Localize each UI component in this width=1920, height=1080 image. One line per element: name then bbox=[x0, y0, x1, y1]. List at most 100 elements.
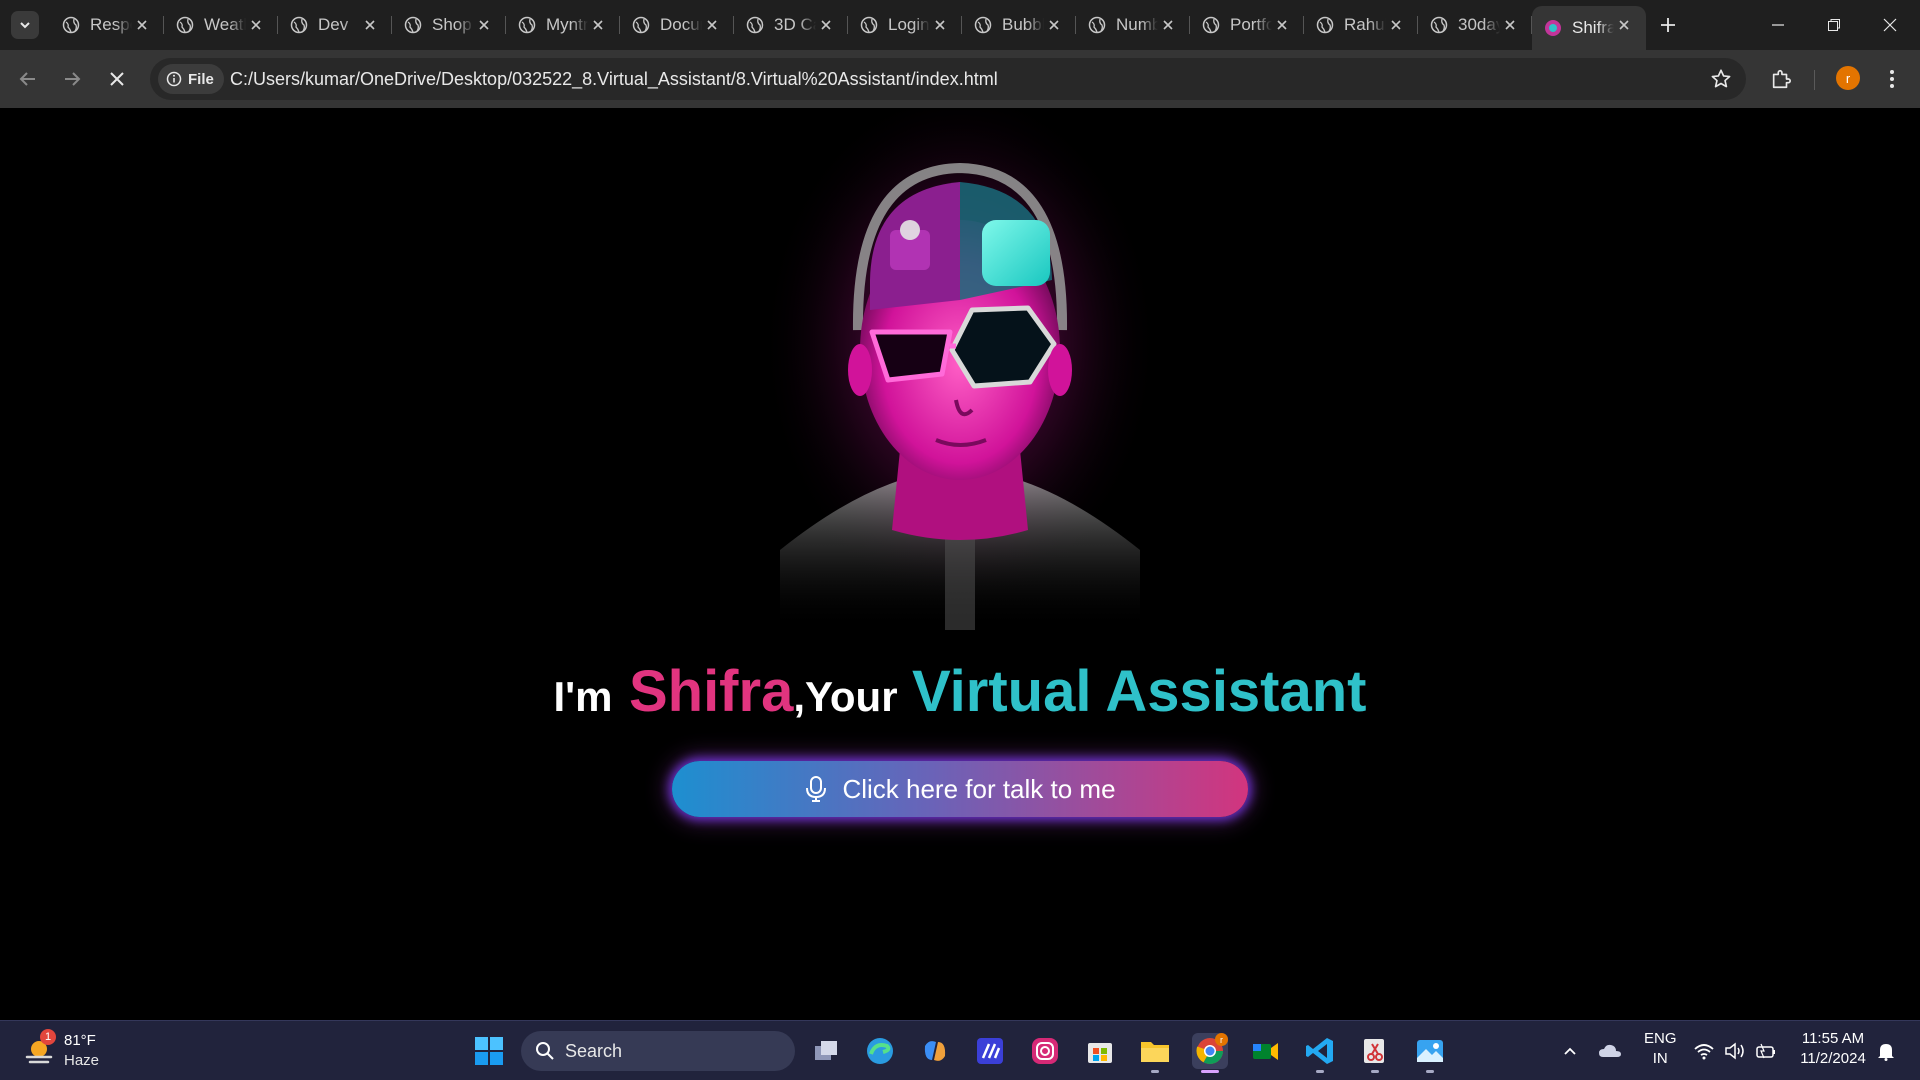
browser-toolbar: File C:/Users/kumar/OneDrive/Desktop/032… bbox=[0, 50, 1920, 108]
assistant-favicon-icon bbox=[1545, 20, 1561, 36]
running-indicator bbox=[1151, 1070, 1159, 1073]
talk-button[interactable]: Click here for talk to me bbox=[672, 761, 1248, 817]
close-icon[interactable] bbox=[1274, 17, 1290, 33]
close-icon[interactable] bbox=[1388, 17, 1404, 33]
tab-active[interactable]: Shifra bbox=[1532, 6, 1646, 50]
notifications-button[interactable] bbox=[1874, 1039, 1898, 1063]
tab-title: Myntra bbox=[546, 15, 588, 34]
forward-button[interactable] bbox=[60, 67, 84, 91]
headline-middle: ,Your bbox=[793, 673, 898, 720]
tab-strip: Responsive Weather Dev Shop Myntra Document 3D… bbox=[0, 0, 1920, 50]
edge-app[interactable] bbox=[862, 1033, 898, 1069]
tab[interactable]: Bubble bbox=[962, 0, 1076, 50]
globe-icon bbox=[1088, 16, 1106, 34]
meet-app[interactable] bbox=[1247, 1033, 1283, 1069]
vscode-app[interactable] bbox=[1302, 1033, 1338, 1073]
vscode-icon bbox=[1306, 1038, 1333, 1064]
photos-app[interactable] bbox=[1412, 1033, 1448, 1073]
extensions-button[interactable] bbox=[1769, 67, 1793, 91]
ai-app[interactable] bbox=[972, 1033, 1008, 1069]
taskbar: 1 81°F Haze Search r ENG IN 11:55 AM 11/… bbox=[0, 1020, 1920, 1080]
snipping-tool-icon bbox=[1364, 1039, 1384, 1063]
tab[interactable]: Dev bbox=[278, 0, 392, 50]
minimize-button[interactable] bbox=[1750, 0, 1806, 50]
restore-button[interactable] bbox=[1806, 0, 1862, 50]
close-icon[interactable] bbox=[590, 17, 606, 33]
talk-button-label: Click here for talk to me bbox=[842, 773, 1116, 804]
close-icon[interactable] bbox=[1160, 17, 1176, 33]
tab[interactable]: Portfolio bbox=[1190, 0, 1304, 50]
tab[interactable]: Myntra bbox=[506, 0, 620, 50]
close-icon[interactable] bbox=[1616, 17, 1632, 33]
copilot-app[interactable] bbox=[917, 1033, 953, 1069]
show-hidden-icons-button[interactable] bbox=[1558, 1039, 1582, 1063]
more-vert-icon bbox=[1890, 70, 1894, 88]
tab-title: Shifra bbox=[1572, 18, 1614, 37]
close-icon[interactable] bbox=[704, 17, 720, 33]
close-icon bbox=[110, 72, 124, 86]
toolbar-divider bbox=[1814, 70, 1815, 90]
stop-loading-button[interactable] bbox=[105, 67, 129, 91]
address-bar[interactable]: File C:/Users/kumar/OneDrive/Desktop/032… bbox=[150, 58, 1746, 100]
taskbar-search[interactable]: Search bbox=[521, 1031, 795, 1071]
tab[interactable]: Number bbox=[1076, 0, 1190, 50]
tab-search-button[interactable] bbox=[11, 11, 39, 39]
volume-tray-icon[interactable] bbox=[1723, 1039, 1747, 1063]
globe-icon bbox=[974, 16, 992, 34]
url-text[interactable]: C:/Users/kumar/OneDrive/Desktop/032522_8… bbox=[230, 69, 998, 90]
battery-tray-icon[interactable] bbox=[1754, 1039, 1778, 1063]
back-button[interactable] bbox=[16, 67, 40, 91]
browser-menu-button[interactable] bbox=[1880, 67, 1904, 91]
tab[interactable]: 3D Card bbox=[734, 0, 848, 50]
close-icon bbox=[1883, 18, 1897, 32]
tab[interactable]: Rahul bbox=[1304, 0, 1418, 50]
file-explorer-app[interactable] bbox=[1137, 1033, 1173, 1073]
onedrive-tray-icon[interactable] bbox=[1598, 1039, 1622, 1063]
tab[interactable]: Document bbox=[620, 0, 734, 50]
site-info-chip[interactable]: File bbox=[158, 64, 224, 94]
active-indicator bbox=[1201, 1070, 1219, 1073]
tab[interactable]: Responsive bbox=[50, 0, 164, 50]
video-camera-icon bbox=[1253, 1043, 1278, 1060]
start-button[interactable] bbox=[471, 1033, 507, 1069]
ai-tool-icon bbox=[977, 1038, 1003, 1064]
close-icon[interactable] bbox=[134, 17, 150, 33]
speaker-icon bbox=[1725, 1042, 1744, 1060]
close-icon[interactable] bbox=[248, 17, 264, 33]
close-icon[interactable] bbox=[1502, 17, 1518, 33]
tab[interactable]: Weather bbox=[164, 0, 278, 50]
snipping-tool-app[interactable] bbox=[1357, 1033, 1393, 1073]
language-indicator[interactable]: ENG IN bbox=[1644, 1029, 1677, 1069]
profile-avatar[interactable]: r bbox=[1836, 66, 1860, 90]
new-tab-button[interactable] bbox=[1650, 0, 1686, 50]
bell-icon bbox=[1878, 1044, 1894, 1061]
store-icon bbox=[1088, 1043, 1112, 1063]
chrome-app[interactable]: r bbox=[1192, 1033, 1228, 1073]
task-view-button[interactable] bbox=[808, 1033, 844, 1069]
tab[interactable]: Shop bbox=[392, 0, 506, 50]
tab-list: Responsive Weather Dev Shop Myntra Document 3D… bbox=[50, 0, 1686, 50]
close-icon[interactable] bbox=[362, 17, 378, 33]
weather-condition: Haze bbox=[64, 1052, 100, 1069]
weather-widget[interactable]: 1 81°F Haze bbox=[22, 1029, 132, 1073]
task-view-icon bbox=[815, 1041, 837, 1060]
tab[interactable]: 30days bbox=[1418, 0, 1532, 50]
assistant-name: Shifra bbox=[628, 659, 794, 724]
store-app[interactable] bbox=[1082, 1033, 1118, 1069]
bookmark-star-icon[interactable] bbox=[1710, 68, 1732, 90]
close-icon[interactable] bbox=[1046, 17, 1062, 33]
close-icon[interactable] bbox=[818, 17, 834, 33]
close-icon[interactable] bbox=[476, 17, 492, 33]
tab-title: Portfolio bbox=[1230, 15, 1272, 34]
clock[interactable]: 11:55 AM 11/2/2024 bbox=[1790, 1029, 1876, 1069]
close-window-button[interactable] bbox=[1862, 0, 1918, 50]
running-indicator bbox=[1426, 1070, 1434, 1073]
close-icon[interactable] bbox=[932, 17, 948, 33]
wifi-icon bbox=[1694, 1044, 1714, 1060]
windows-logo-icon bbox=[475, 1037, 503, 1065]
weather-badge: 1 bbox=[40, 1029, 56, 1045]
tab-title: Bubble bbox=[1002, 15, 1044, 34]
instagram-app[interactable] bbox=[1027, 1033, 1063, 1069]
tab[interactable]: Login bbox=[848, 0, 962, 50]
wifi-tray-icon[interactable] bbox=[1692, 1039, 1716, 1063]
